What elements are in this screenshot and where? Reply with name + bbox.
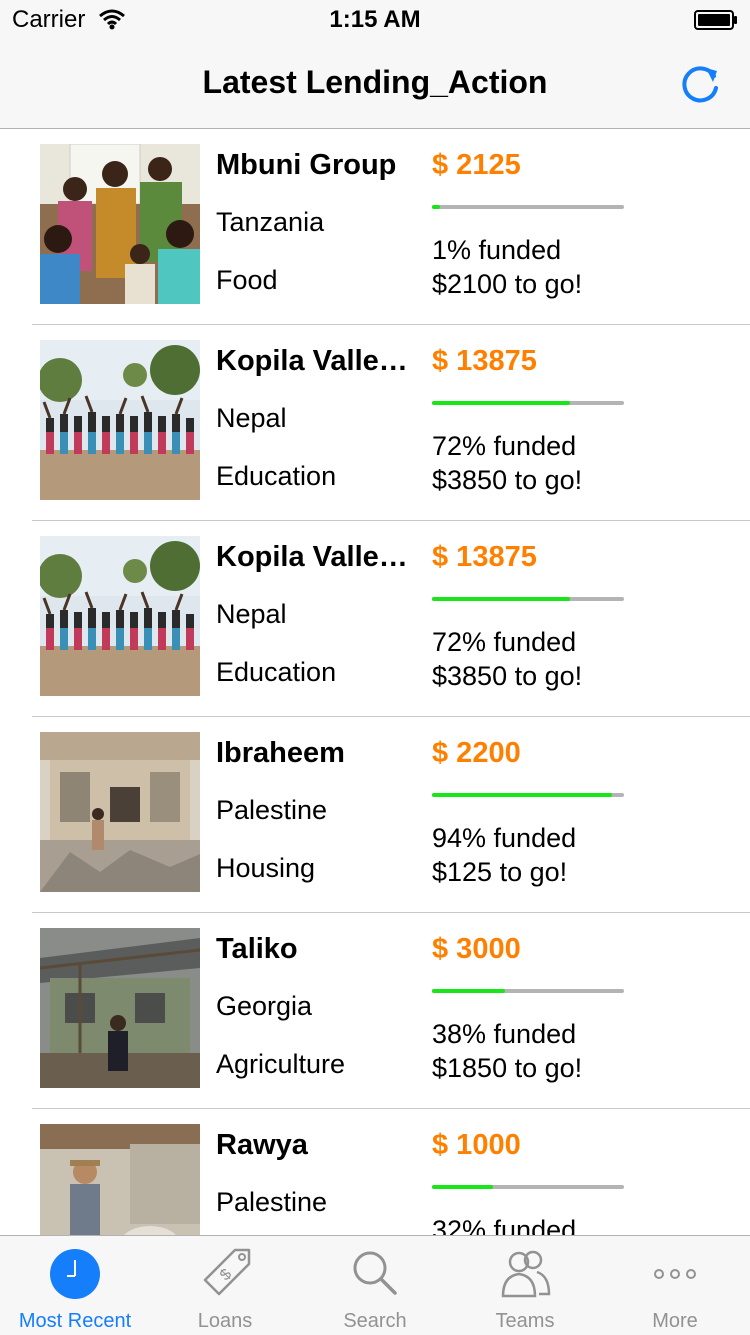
loan-photo [40, 144, 200, 304]
loan-row[interactable]: Kopila Valley School Nepal Education $ 1… [0, 325, 750, 521]
loan-name: Ibraheem [216, 737, 345, 769]
funding-progress-fill [432, 989, 505, 993]
loan-amount: $ 13875 [432, 541, 537, 573]
tab-bar: Most Recent $ Loans Search Teams More [0, 1235, 750, 1335]
tab-more[interactable]: More [600, 1236, 750, 1335]
loan-sector: Education [216, 461, 337, 491]
loan-country: Nepal [216, 599, 287, 629]
loan-country: Tanzania [216, 207, 325, 237]
tab-label: Most Recent [18, 1310, 132, 1332]
clock-icon [50, 1249, 100, 1299]
loan-funded-percent: 1% funded [432, 235, 562, 265]
funding-progress-bar [432, 597, 624, 601]
tab-label: Search [343, 1310, 407, 1332]
tab-label: More [652, 1310, 698, 1332]
loan-photo [40, 536, 200, 696]
tab-most-recent[interactable]: Most Recent [0, 1236, 150, 1335]
funding-progress-fill [432, 401, 571, 405]
navigation-bar: Latest Lending_Action [0, 40, 750, 129]
battery-icon [694, 10, 738, 30]
loan-amount: $ 2200 [432, 737, 521, 769]
loan-funded-percent: 38% funded [432, 1019, 577, 1049]
loan-amount-to-go: $3850 to go! [432, 465, 583, 495]
loan-funded-percent: 72% funded [432, 431, 577, 461]
loan-amount-to-go: $125 to go! [432, 857, 568, 887]
loan-list[interactable]: Mbuni Group Tanzania Food $ 2125 1% fund… [0, 129, 750, 1235]
refresh-icon [682, 66, 718, 103]
tab-loans[interactable]: $ Loans [150, 1236, 300, 1335]
loan-amount-to-go: $2100 to go! [432, 269, 583, 299]
loan-photo [40, 928, 200, 1088]
loan-amount: $ 3000 [432, 933, 521, 965]
tab-label: Loans [197, 1310, 253, 1332]
loan-country: Nepal [216, 403, 287, 433]
loan-sector: Food [216, 265, 278, 295]
loan-amount: $ 13875 [432, 345, 537, 377]
loan-row[interactable]: Taliko Georgia Agriculture $ 3000 38% fu… [0, 913, 750, 1109]
loan-photo [40, 340, 200, 500]
funding-progress-bar [432, 401, 624, 405]
tab-search[interactable]: Search [300, 1236, 450, 1335]
search-icon [353, 1251, 397, 1295]
loan-amount-to-go: $3850 to go! [432, 661, 583, 691]
loan-name: Kopila Valley School [216, 541, 412, 573]
loan-amount: $ 1000 [432, 1129, 521, 1161]
loan-country: Palestine [216, 1187, 328, 1217]
loan-row[interactable]: Kopila Valley School Nepal Education $ 1… [0, 521, 750, 717]
status-time: 1:15 AM [329, 6, 421, 33]
loan-name: Kopila Valley School [216, 345, 412, 377]
loan-amount-to-go: $1850 to go! [432, 1053, 583, 1083]
funding-progress-fill [432, 793, 613, 797]
loan-row[interactable]: Ibraheem Palestine Housing $ 2200 94% fu… [0, 717, 750, 913]
loan-photo [40, 732, 200, 892]
loan-funded-percent: 32% funded [432, 1215, 577, 1235]
loan-country: Georgia [216, 991, 313, 1021]
funding-progress-bar [432, 793, 624, 797]
loan-name: Rawya [216, 1129, 308, 1161]
loan-photo [40, 1124, 200, 1235]
people-icon [501, 1250, 551, 1298]
tab-label: Teams [495, 1310, 555, 1332]
tab-teams[interactable]: Teams [450, 1236, 600, 1335]
loan-amount: $ 2125 [432, 149, 521, 181]
loan-row[interactable]: Rawya Palestine $ 1000 32% funded [0, 1109, 750, 1235]
loan-country: Palestine [216, 795, 328, 825]
loan-name: Mbuni Group [216, 149, 397, 181]
funding-progress-bar [432, 1185, 624, 1189]
more-icon [654, 1269, 696, 1279]
funding-progress-fill [432, 1185, 494, 1189]
funding-progress-fill [432, 205, 440, 209]
funding-progress-bar [432, 205, 624, 209]
funding-progress-bar [432, 989, 624, 993]
loan-sector: Housing [216, 853, 316, 883]
loan-sector: Education [216, 657, 337, 687]
loan-funded-percent: 72% funded [432, 627, 577, 657]
loan-row[interactable]: Mbuni Group Tanzania Food $ 2125 1% fund… [0, 129, 750, 325]
page-title: Latest Lending_Action [202, 64, 548, 100]
loan-name: Taliko [216, 933, 298, 965]
price-tag-icon: $ [203, 1248, 251, 1296]
status-bar: Carrier 1:15 AM [0, 0, 750, 40]
funding-progress-fill [432, 597, 571, 601]
refresh-button[interactable] [676, 60, 724, 108]
loan-funded-percent: 94% funded [432, 823, 577, 853]
loan-sector: Agriculture [216, 1049, 346, 1079]
